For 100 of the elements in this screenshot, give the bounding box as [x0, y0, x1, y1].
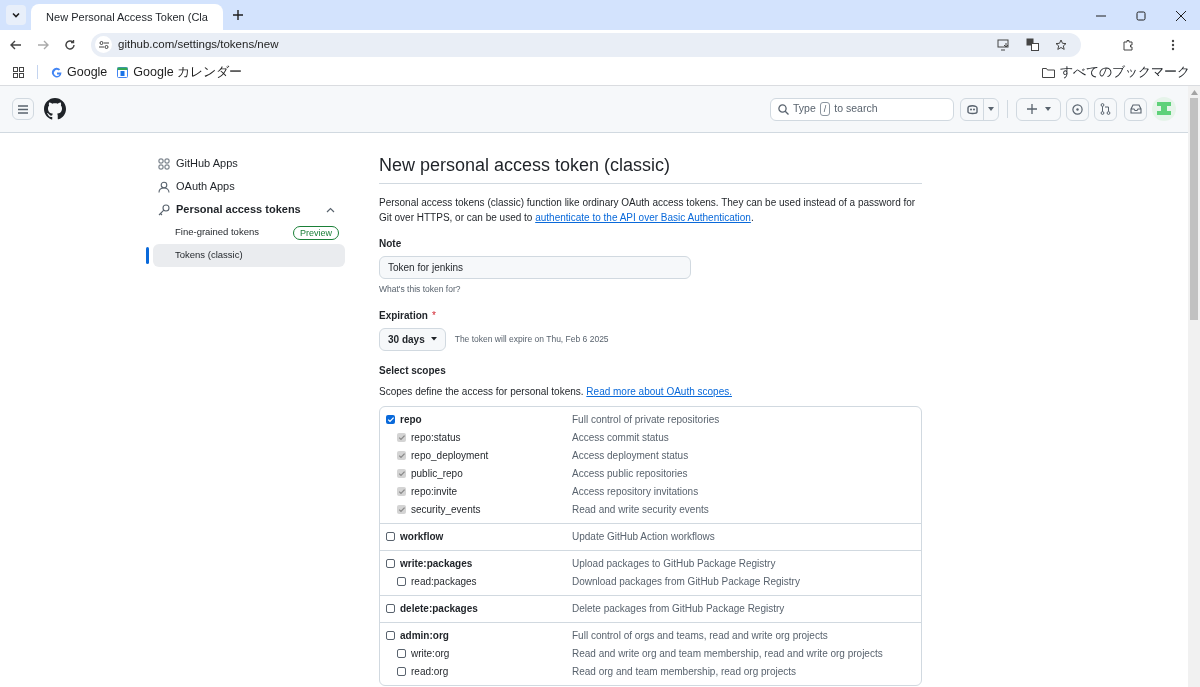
- scope-description: Read and write security events: [572, 503, 709, 518]
- selection-indicator: [146, 247, 149, 264]
- sidebar-item[interactable]: Personal access tokens: [176, 201, 320, 218]
- scope-name: public_repo: [411, 467, 463, 482]
- site-settings-icon[interactable]: [98, 39, 109, 50]
- search-placeholder: to search: [834, 101, 878, 117]
- scope-name: admin:org: [400, 629, 449, 644]
- scope-name: repo: [400, 413, 422, 428]
- section-label: Select scopes: [379, 363, 447, 378]
- scope-name: security_events: [411, 503, 481, 518]
- menu-icon: [18, 104, 28, 114]
- chevron-down-icon: [11, 10, 21, 20]
- more-options-icon[interactable]: [1171, 38, 1175, 51]
- auth-link[interactable]: authenticate to the API over Basic Authentication: [535, 212, 751, 223]
- field-label: Note: [379, 237, 403, 251]
- page-title: New personal access token (classic): [379, 153, 922, 184]
- bookmark-link[interactable]: Google カレンダー: [133, 62, 243, 82]
- scrollbar-thumb[interactable]: [1190, 98, 1198, 320]
- search-icon: [778, 103, 789, 115]
- scrollbar[interactable]: [1188, 86, 1200, 687]
- caret-icon: [430, 337, 437, 342]
- scope-name: read:org: [411, 665, 449, 680]
- pull-requests-button[interactable]: [1094, 97, 1117, 121]
- circle-dot-icon: [1072, 103, 1083, 115]
- tab-list-button[interactable]: [6, 5, 26, 25]
- scope-description: Full control of orgs and teams, read and write org projects: [572, 629, 828, 644]
- field-hint: What's this token for?: [379, 283, 462, 296]
- create-button[interactable]: [1016, 97, 1061, 121]
- new-tab-icon[interactable]: [233, 10, 243, 20]
- field-label: Expiration: [379, 308, 428, 323]
- back-arrow-icon[interactable]: [10, 38, 22, 51]
- scope-description: Full control of private repositories: [572, 413, 720, 428]
- search-field[interactable]: Type / to search: [770, 97, 954, 121]
- checkbox[interactable]: [386, 631, 395, 641]
- copilot-icon: [965, 103, 979, 115]
- key-icon: [158, 203, 170, 216]
- scope-name: write:packages: [400, 557, 473, 572]
- checkbox[interactable]: [397, 649, 406, 659]
- caret-icon: [988, 107, 994, 111]
- scope-description: Update GitHub Action workflows: [572, 530, 715, 545]
- checkbox[interactable]: [386, 532, 395, 542]
- scope-name: repo_deployment: [411, 449, 489, 464]
- checkbox[interactable]: [386, 559, 395, 569]
- scope-name: write:org: [411, 647, 450, 662]
- scope-name: read:packages: [411, 575, 477, 590]
- sidebar-item[interactable]: OAuth Apps: [176, 178, 337, 195]
- browser-tab[interactable]: New Personal Access Token (Cla: [31, 4, 223, 30]
- folder-icon[interactable]: [1042, 66, 1055, 78]
- checkbox[interactable]: [386, 415, 395, 425]
- extensions-icon[interactable]: [1122, 38, 1134, 51]
- scope-description: Upload packages to GitHub Package Registry: [572, 557, 776, 572]
- required-mark: *: [431, 308, 436, 323]
- pull-request-icon: [1100, 103, 1111, 115]
- scope-description: Read and write org and team membership, read and write org projects: [572, 647, 883, 662]
- checkbox[interactable]: [397, 577, 406, 587]
- scope-description: Read org and team membership, read org projects: [572, 665, 796, 680]
- reload-icon[interactable]: [64, 38, 76, 51]
- keyboard-shortcut: /: [819, 102, 831, 116]
- intro-text: Personal access tokens (classic) function like ordinary OAuth access tokens. They can be used instead of a password for Git over HTTPS, or can be used to authenticate to the API over Basic Authentication.: [379, 196, 917, 225]
- scope-description: Access deployment status: [572, 449, 689, 464]
- plus-icon: [1026, 104, 1037, 114]
- scope-description: Delete packages from GitHub Package Registry: [572, 602, 785, 617]
- google-logo-icon: [51, 66, 62, 78]
- search-placeholder: Type: [793, 101, 816, 117]
- oauth-scopes-link[interactable]: Read more about OAuth scopes.: [586, 385, 732, 397]
- caret-icon: [1044, 107, 1051, 111]
- scope-description: Access public repositories: [572, 467, 688, 482]
- sidebar-item[interactable]: GitHub Apps: [176, 155, 337, 172]
- bookmark-link[interactable]: Google: [67, 62, 108, 82]
- checkbox[interactable]: [386, 604, 395, 614]
- scope-name: repo:status: [411, 431, 461, 446]
- inbox-button[interactable]: [1124, 97, 1147, 121]
- note-field[interactable]: Token for jenkins: [379, 256, 691, 279]
- address-bar[interactable]: github.com/settings/tokens/new: [91, 32, 1081, 57]
- github-logo-icon[interactable]: [44, 98, 66, 120]
- apps-grid-icon[interactable]: [13, 66, 24, 78]
- scope-description: Access repository invitations: [572, 485, 699, 500]
- copilot-button[interactable]: [960, 97, 999, 121]
- bookmark-folder[interactable]: すべてのブックマーク: [1060, 62, 1190, 82]
- close-icon[interactable]: [1176, 11, 1186, 21]
- scopes-intro: Scopes define the access for personal tokens. Read more about OAuth scopes.: [379, 384, 733, 399]
- install-app-icon[interactable]: [997, 38, 1010, 51]
- tab-title: New Personal Access Token (Cla: [46, 9, 208, 25]
- issues-button[interactable]: [1066, 97, 1089, 121]
- sidebar-subitem[interactable]: Tokens (classic): [153, 244, 345, 267]
- scope-description: Access commit status: [572, 431, 669, 446]
- apps-grid-icon: [158, 157, 170, 170]
- maximize-icon[interactable]: [1136, 11, 1146, 21]
- star-icon[interactable]: [1055, 38, 1067, 51]
- menu-button[interactable]: [12, 98, 34, 120]
- scope-description: Download packages from GitHub Package Registry: [572, 575, 800, 590]
- inbox-icon: [1129, 104, 1142, 114]
- checkbox[interactable]: [397, 667, 406, 677]
- person-icon: [158, 180, 170, 193]
- expiration-dropdown[interactable]: 30 days: [379, 327, 446, 351]
- calendar-icon: [117, 66, 129, 78]
- scope-name: delete:packages: [400, 602, 478, 617]
- sidebar-subitem[interactable]: Fine-grained tokens Preview: [153, 221, 345, 244]
- chevron-up-icon[interactable]: [326, 206, 335, 213]
- scope-name: repo:invite: [411, 485, 458, 500]
